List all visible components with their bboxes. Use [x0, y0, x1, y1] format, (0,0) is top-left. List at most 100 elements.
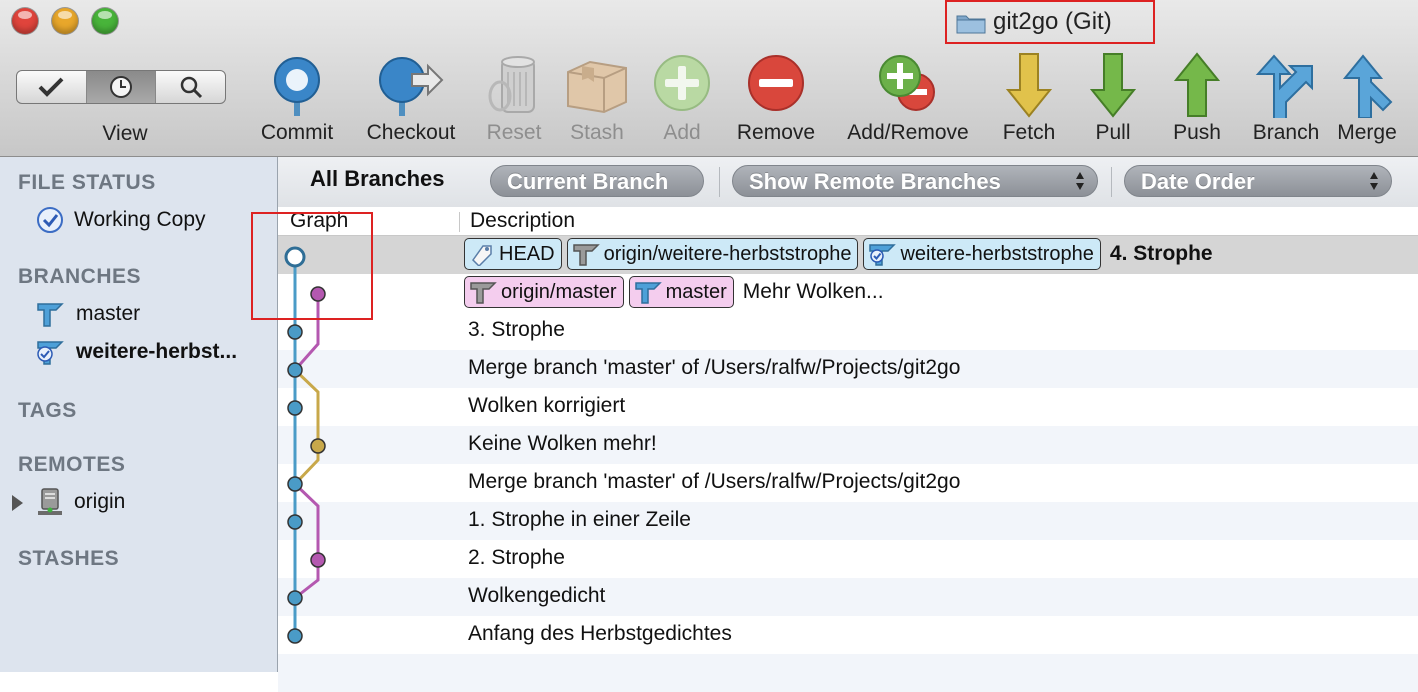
- commit-row[interactable]: Merge branch 'master' of /Users/ralfw/Pr…: [278, 464, 1418, 502]
- description-column-header[interactable]: Description: [470, 209, 575, 233]
- commit-refs: origin/master master Mehr Wolken...: [464, 276, 884, 308]
- commit-row[interactable]: Keine Wolken mehr!: [278, 426, 1418, 464]
- commit-node[interactable]: [287, 362, 303, 378]
- separator: [1111, 167, 1112, 197]
- zoom-window-button[interactable]: [92, 8, 118, 34]
- server-icon: [38, 488, 62, 515]
- ref-tag-label: origin/weitere-herbststrophe: [603, 242, 852, 265]
- commit-message: Merge branch 'master' of /Users/ralfw/Pr…: [468, 470, 961, 493]
- commit-message: Mehr Wolken...: [742, 280, 884, 303]
- file-status-view-button[interactable]: [17, 71, 87, 103]
- ref-tag-label: HEAD: [499, 242, 555, 265]
- sidebar-item-working-copy[interactable]: Working Copy: [36, 205, 206, 235]
- ref-tag-head[interactable]: HEAD: [464, 238, 562, 270]
- ref-tag-label: origin/master: [501, 280, 617, 303]
- commit-message: 3. Strophe: [468, 318, 565, 341]
- sidebar-item-label: origin: [74, 490, 126, 513]
- commit-node[interactable]: [287, 590, 303, 606]
- search-view-button[interactable]: [156, 71, 225, 103]
- sidebar-item-branch-weitere-herbststrophe[interactable]: weitere-herbst...: [36, 337, 237, 367]
- window-title-highlight: git2go (Git): [945, 0, 1155, 44]
- search-icon: [180, 76, 202, 99]
- commit-node[interactable]: [287, 476, 303, 492]
- log-history-view-button[interactable]: [86, 71, 157, 103]
- commit-message: Wolkengedicht: [468, 584, 606, 607]
- column-divider[interactable]: [459, 212, 460, 232]
- sidebar-header-remotes: REMOTES: [18, 453, 126, 476]
- remote-branch-icon: [470, 282, 497, 304]
- remove-button[interactable]: Remove: [721, 52, 831, 152]
- window-title: git2go (Git): [993, 8, 1112, 35]
- current-branch-filter[interactable]: Current Branch: [490, 165, 704, 197]
- current-branch-icon: [37, 341, 64, 365]
- stash-icon: [567, 60, 627, 114]
- commit-node[interactable]: [310, 552, 326, 568]
- updown-arrows-icon: [1370, 172, 1378, 190]
- commit-message: 2. Strophe: [468, 546, 565, 569]
- current-branch-icon: [869, 244, 897, 266]
- commit-node[interactable]: [287, 400, 303, 416]
- branch-small-icon: [634, 282, 662, 304]
- commit-list: HEAD origin/weitere-herbststrophe weiter…: [278, 236, 1418, 692]
- commit-message: 1. Strophe in einer Zeile: [468, 508, 691, 531]
- commit-row[interactable]: HEAD origin/weitere-herbststrophe weiter…: [278, 236, 1418, 274]
- add-icon: [654, 55, 710, 111]
- remote-branch-icon: [572, 244, 600, 266]
- sidebar-header-file-status: FILE STATUS: [18, 171, 156, 194]
- merge-label: Merge: [1337, 121, 1397, 144]
- folder-icon: [956, 15, 986, 34]
- checkout-icon: [379, 57, 444, 116]
- fetch-icon: [1006, 53, 1052, 118]
- commit-node[interactable]: [310, 438, 326, 454]
- ref-tag-master[interactable]: master: [628, 276, 734, 308]
- sidebar: FILE STATUS Working Copy BRANCHES master…: [0, 157, 278, 672]
- close-window-button[interactable]: [12, 8, 38, 34]
- sidebar-item-label: Working Copy: [74, 208, 206, 231]
- commit-row[interactable]: 1. Strophe in einer Zeile: [278, 502, 1418, 540]
- commit-node[interactable]: [287, 324, 303, 340]
- show-remote-branches-label: Show Remote Branches: [749, 169, 1001, 194]
- checkmark-icon: [38, 77, 64, 97]
- commit-node[interactable]: [287, 628, 303, 644]
- clock-icon: [110, 76, 132, 98]
- sidebar-item-branch-master[interactable]: master: [36, 299, 140, 329]
- commit-row[interactable]: origin/master master Mehr Wolken...: [278, 274, 1418, 312]
- all-branches-filter[interactable]: All Branches: [310, 166, 445, 192]
- commit-row[interactable]: Wolken korrigiert: [278, 388, 1418, 426]
- show-remote-branches-select[interactable]: Show Remote Branches: [732, 165, 1098, 197]
- sidebar-item-label: weitere-herbst...: [76, 340, 238, 363]
- branch-small-icon: [37, 303, 64, 327]
- sidebar-item-label: master: [76, 302, 141, 325]
- disclosure-triangle-icon[interactable]: [12, 495, 23, 511]
- remove-icon: [748, 55, 804, 111]
- commit-row[interactable]: Anfang des Herbstgedichtes: [278, 616, 1418, 654]
- pull-icon: [1090, 53, 1136, 118]
- working-copy-check-icon: [37, 207, 63, 233]
- view-segmented-control: [16, 70, 226, 104]
- graph-lane-gold: [293, 368, 320, 486]
- commit-row[interactable]: Wolkengedicht: [278, 578, 1418, 616]
- commit-row[interactable]: 2. Strophe: [278, 540, 1418, 578]
- updown-arrows-icon: [1076, 172, 1084, 190]
- sidebar-header-branches: BRANCHES: [18, 265, 142, 288]
- ref-tag-origin-master[interactable]: origin/master: [464, 276, 624, 308]
- graph-lane-pink: [293, 482, 320, 600]
- graph-highlight-box: [251, 212, 373, 320]
- merge-button[interactable]: Merge: [1312, 52, 1418, 152]
- add-remove-button[interactable]: Add/Remove: [847, 52, 969, 152]
- sidebar-header-tags: TAGS: [18, 399, 77, 422]
- date-order-select[interactable]: Date Order: [1124, 165, 1392, 197]
- reset-icon: [488, 56, 535, 113]
- commit-message: 4. Strophe: [1109, 242, 1213, 265]
- commit-row[interactable]: Merge branch 'master' of /Users/ralfw/Pr…: [278, 350, 1418, 388]
- minimize-window-button[interactable]: [52, 8, 78, 34]
- column-header: Graph Description: [278, 207, 1418, 236]
- commit-row[interactable]: 3. Strophe: [278, 312, 1418, 350]
- commit-message: Anfang des Herbstgedichtes: [468, 622, 732, 645]
- commit-node[interactable]: [287, 514, 303, 530]
- ref-tag-label: master: [665, 280, 727, 303]
- filter-bar: All Branches Current Branch Show Remote …: [278, 157, 1418, 208]
- sidebar-item-remote-origin[interactable]: origin: [36, 487, 125, 517]
- ref-tag-origin-weitere-herbststrophe[interactable]: origin/weitere-herbststrophe: [566, 238, 859, 270]
- ref-tag-weitere-herbststrophe[interactable]: weitere-herbststrophe: [863, 238, 1101, 270]
